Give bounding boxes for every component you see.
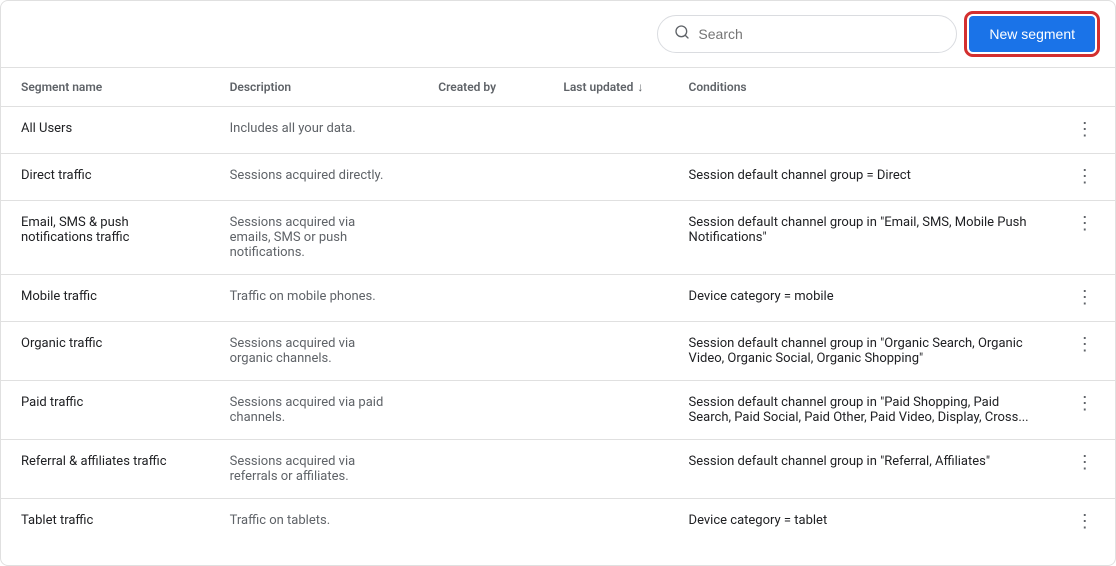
cell-description: Traffic on mobile phones. <box>210 275 419 322</box>
cell-created-by <box>418 322 543 381</box>
cell-segment-name: Paid traffic <box>1 381 210 440</box>
segments-page: New segment Segment name Description Cre… <box>0 0 1116 566</box>
cell-conditions <box>669 107 1055 154</box>
cell-created-by <box>418 499 543 546</box>
table-header: Segment name Description Created by Last… <box>1 68 1115 107</box>
cell-description: Sessions acquired via organic channels. <box>210 322 419 381</box>
cell-description: Includes all your data. <box>210 107 419 154</box>
table-body: All Users Includes all your data. ⋮ Dire… <box>1 107 1115 546</box>
cell-conditions: Session default channel group in "Organi… <box>669 322 1055 381</box>
cell-actions: ⋮ <box>1054 381 1115 440</box>
search-icon <box>674 24 690 44</box>
cell-last-updated <box>543 440 668 499</box>
sort-arrow-icon[interactable]: ↓ <box>637 80 643 94</box>
cell-actions: ⋮ <box>1054 201 1115 275</box>
cell-conditions: Session default channel group = Direct <box>669 154 1055 201</box>
search-input[interactable] <box>698 26 940 42</box>
cell-created-by <box>418 275 543 322</box>
more-options-icon[interactable]: ⋮ <box>1076 511 1094 532</box>
cell-created-by <box>418 107 543 154</box>
cell-description: Sessions acquired via referrals or affil… <box>210 440 419 499</box>
cell-description: Sessions acquired directly. <box>210 154 419 201</box>
cell-description: Sessions acquired via emails, SMS or pus… <box>210 201 419 275</box>
cell-actions: ⋮ <box>1054 322 1115 381</box>
col-header-description: Description <box>210 68 419 107</box>
more-options-icon[interactable]: ⋮ <box>1076 287 1094 308</box>
cell-conditions: Session default channel group in "Email,… <box>669 201 1055 275</box>
cell-actions: ⋮ <box>1054 499 1115 546</box>
cell-segment-name: Email, SMS & push notifications traffic <box>1 201 210 275</box>
col-header-created-by: Created by <box>418 68 543 107</box>
cell-segment-name: Tablet traffic <box>1 499 210 546</box>
search-box[interactable] <box>657 15 957 53</box>
table-row: Email, SMS & push notifications traffic … <box>1 201 1115 275</box>
cell-conditions: Device category = tablet <box>669 499 1055 546</box>
cell-conditions: Device category = mobile <box>669 275 1055 322</box>
cell-description: Traffic on tablets. <box>210 499 419 546</box>
table-row: Direct traffic Sessions acquired directl… <box>1 154 1115 201</box>
cell-actions: ⋮ <box>1054 107 1115 154</box>
cell-conditions: Session default channel group in "Paid S… <box>669 381 1055 440</box>
table-row: Referral & affiliates traffic Sessions a… <box>1 440 1115 499</box>
cell-segment-name: Referral & affiliates traffic <box>1 440 210 499</box>
toolbar: New segment <box>1 1 1115 68</box>
cell-last-updated <box>543 107 668 154</box>
col-header-actions <box>1054 68 1115 107</box>
cell-segment-name: Organic traffic <box>1 322 210 381</box>
cell-last-updated <box>543 381 668 440</box>
cell-actions: ⋮ <box>1054 440 1115 499</box>
cell-actions: ⋮ <box>1054 275 1115 322</box>
cell-segment-name: Direct traffic <box>1 154 210 201</box>
table-row: All Users Includes all your data. ⋮ <box>1 107 1115 154</box>
cell-last-updated <box>543 201 668 275</box>
cell-last-updated <box>543 154 668 201</box>
more-options-icon[interactable]: ⋮ <box>1076 213 1094 234</box>
more-options-icon[interactable]: ⋮ <box>1076 452 1094 473</box>
cell-last-updated <box>543 499 668 546</box>
more-options-icon[interactable]: ⋮ <box>1076 119 1094 140</box>
new-segment-button[interactable]: New segment <box>969 16 1095 52</box>
table-row: Organic traffic Sessions acquired via or… <box>1 322 1115 381</box>
col-header-conditions: Conditions <box>669 68 1055 107</box>
cell-created-by <box>418 440 543 499</box>
cell-conditions: Session default channel group in "Referr… <box>669 440 1055 499</box>
col-header-last-updated[interactable]: Last updated ↓ <box>543 68 668 107</box>
cell-segment-name: Mobile traffic <box>1 275 210 322</box>
cell-created-by <box>418 201 543 275</box>
table-row: Tablet traffic Traffic on tablets. Devic… <box>1 499 1115 546</box>
cell-actions: ⋮ <box>1054 154 1115 201</box>
more-options-icon[interactable]: ⋮ <box>1076 334 1094 355</box>
cell-created-by <box>418 154 543 201</box>
segments-table: Segment name Description Created by Last… <box>1 68 1115 545</box>
cell-created-by <box>418 381 543 440</box>
more-options-icon[interactable]: ⋮ <box>1076 393 1094 414</box>
col-header-segment-name: Segment name <box>1 68 210 107</box>
cell-last-updated <box>543 275 668 322</box>
table-row: Paid traffic Sessions acquired via paid … <box>1 381 1115 440</box>
table-row: Mobile traffic Traffic on mobile phones.… <box>1 275 1115 322</box>
cell-description: Sessions acquired via paid channels. <box>210 381 419 440</box>
more-options-icon[interactable]: ⋮ <box>1076 166 1094 187</box>
cell-segment-name: All Users <box>1 107 210 154</box>
cell-last-updated <box>543 322 668 381</box>
last-updated-label: Last updated <box>563 80 633 94</box>
